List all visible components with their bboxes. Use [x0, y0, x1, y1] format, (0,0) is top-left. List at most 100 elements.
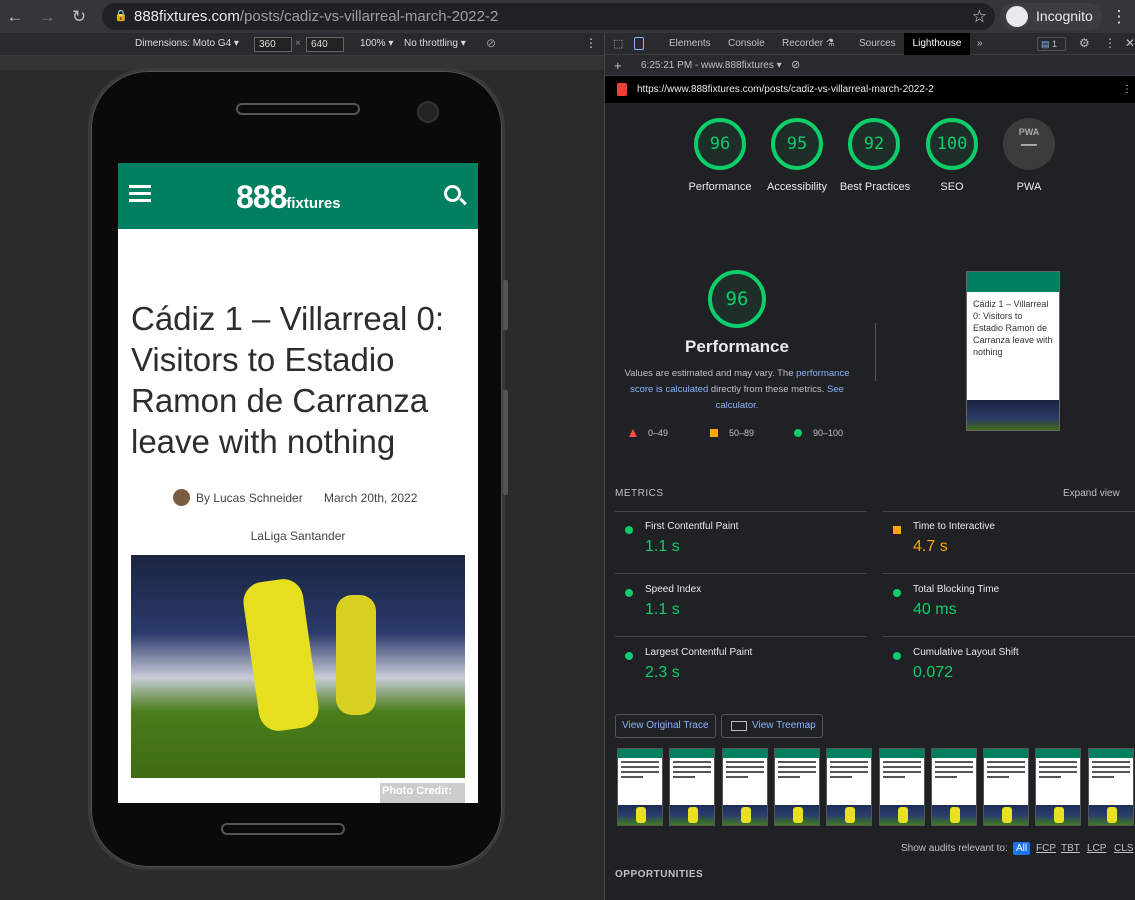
speaker-grille-bottom	[221, 823, 345, 835]
filmstrip-frame	[983, 748, 1030, 826]
more-tabs-icon[interactable]: »	[977, 33, 983, 55]
metric-value: 40 ms	[913, 601, 957, 618]
pass-circle-icon	[893, 652, 901, 660]
filter-fcp[interactable]: FCP	[1036, 843, 1056, 854]
report-select[interactable]: 6:25:21 PM - www.888fixtures ▾	[641, 55, 782, 76]
gauge-performance[interactable]: 96	[694, 118, 746, 170]
metric-fcp: First Contentful Paint 1.1 s	[615, 512, 867, 574]
forward-icon[interactable]: →	[36, 6, 58, 28]
bookmark-star-icon[interactable]: ☆	[972, 3, 987, 30]
gauge-label: Accessibility	[767, 181, 827, 193]
rotate-icon[interactable]: ⊘	[486, 36, 496, 50]
metric-name: Total Blocking Time	[913, 584, 1000, 595]
filmstrip-frame	[773, 748, 820, 826]
metric-lcp: Largest Contentful Paint 2.3 s	[615, 638, 867, 700]
metric-name: Cumulative Layout Shift	[913, 647, 1019, 658]
report-url[interactable]: https://www.888fixtures.com/posts/cadiz-…	[637, 76, 934, 103]
gauge-best-practices[interactable]: 92	[848, 118, 900, 170]
new-report-icon[interactable]: +	[614, 55, 622, 76]
average-square-icon	[710, 429, 718, 437]
author-byline[interactable]: By Lucas Schneider	[196, 491, 303, 505]
report-url-bar: https://www.888fixtures.com/posts/cadiz-…	[605, 76, 1135, 103]
pass-circle-icon	[794, 429, 802, 437]
filmstrip-frame	[930, 748, 977, 826]
filter-lcp[interactable]: LCP	[1087, 843, 1106, 854]
author-avatar	[173, 489, 190, 506]
flask-icon: ⚗	[825, 38, 835, 49]
reload-icon[interactable]: ↻	[68, 6, 90, 28]
lighthouse-toolbar: + 6:25:21 PM - www.888fixtures ▾ ⊘	[605, 55, 1135, 76]
pass-circle-icon	[625, 526, 633, 534]
filmstrip-frame	[878, 748, 925, 826]
desc-text: Values are estimated and may vary. The	[624, 368, 797, 379]
devtools-menu-icon[interactable]: ⋮	[1104, 36, 1116, 50]
power-button	[503, 390, 508, 495]
url-domain: 888fixtures.com	[134, 8, 240, 25]
more-options-icon[interactable]: ⋮	[585, 36, 597, 50]
tab-lighthouse[interactable]: Lighthouse	[904, 33, 970, 55]
metrics-heading: METRICS	[615, 488, 664, 499]
filmstrip-frame	[1035, 748, 1082, 826]
report-select-label: 6:25:21 PM - www.888fixtures	[641, 60, 774, 71]
tab-console[interactable]: Console	[728, 33, 765, 55]
metric-value: 4.7 s	[913, 538, 948, 555]
screenshot-title: Cádiz 1 – Villarreal 0: Visitors to Esta…	[973, 299, 1053, 357]
height-input[interactable]: 640	[306, 37, 344, 52]
width-input[interactable]: 360	[254, 37, 292, 52]
device-toggle-icon[interactable]	[634, 37, 644, 50]
filmstrip-frame	[617, 748, 663, 826]
site-logo[interactable]: 888fixtures	[236, 179, 341, 216]
gauge-seo[interactable]: 100	[926, 118, 978, 170]
filmstrip-frame	[1087, 748, 1134, 826]
settings-gear-icon[interactable]: ⚙	[1079, 36, 1090, 50]
device-toolbar: Dimensions: Moto G4 ▾ 360 × 640 100% ▾ N…	[0, 33, 604, 56]
view-original-trace-button[interactable]: View Original Trace	[615, 714, 716, 738]
filmstrip-frame	[826, 748, 873, 826]
zoom-select[interactable]: 100% ▾	[360, 38, 393, 49]
speaker-grille	[236, 103, 360, 115]
opportunities-heading: OPPORTUNITIES	[615, 869, 704, 880]
close-icon[interactable]: ✕	[1125, 36, 1135, 50]
profile-label: Incognito	[1036, 8, 1093, 24]
search-icon[interactable]	[444, 185, 467, 206]
desc-text: directly from these metrics.	[708, 384, 828, 395]
metric-tti: Time to Interactive 4.7 s	[883, 512, 1135, 574]
filter-tbt[interactable]: TBT	[1061, 843, 1080, 854]
devtools-tabbar: ⬚ Elements Console Recorder ⚗ Sources Li…	[605, 33, 1135, 55]
filmstrip-frame	[669, 748, 716, 826]
devtools-panel: ⬚ Elements Console Recorder ⚗ Sources Li…	[604, 33, 1135, 900]
issues-badge[interactable]: ▤ 1	[1037, 37, 1066, 51]
filter-all[interactable]: All	[1013, 842, 1031, 855]
back-icon[interactable]: ←	[4, 6, 26, 28]
expand-view-toggle[interactable]: Expand view	[1063, 488, 1120, 499]
tab-recorder[interactable]: Recorder ⚗	[782, 33, 835, 55]
metric-name: Time to Interactive	[913, 521, 995, 532]
report-menu-icon[interactable]: ⋮	[1122, 76, 1132, 103]
category-link[interactable]: LaLiga Santander	[118, 529, 478, 543]
device-select[interactable]: Dimensions: Moto G4 ▾	[135, 38, 239, 49]
menu-icon[interactable]: ⋮	[1108, 6, 1130, 28]
device-label: Dimensions: Moto G4	[135, 38, 232, 49]
incognito-badge[interactable]: Incognito	[1000, 3, 1102, 30]
tab-elements[interactable]: Elements	[669, 33, 711, 55]
gauge-accessibility[interactable]: 95	[771, 118, 823, 170]
view-treemap-button[interactable]: View Treemap	[721, 714, 823, 738]
hamburger-menu-icon[interactable]	[129, 185, 151, 202]
inspect-element-icon[interactable]: ⬚	[613, 37, 623, 50]
final-screenshot[interactable]: Cádiz 1 – Villarreal 0: Visitors to Esta…	[966, 271, 1060, 431]
throttling-select[interactable]: No throttling ▾	[404, 38, 466, 49]
tab-sources[interactable]: Sources	[859, 33, 896, 55]
gauge-label: Best Practices	[839, 181, 911, 193]
address-bar[interactable]: 🔒 888fixtures.com/posts/cadiz-vs-villarr…	[102, 3, 995, 30]
gauge-pwa[interactable]: PWA —	[1003, 118, 1055, 170]
filter-cls[interactable]: CLS	[1114, 843, 1133, 854]
lighthouse-icon	[617, 83, 627, 96]
times-sign: ×	[295, 38, 301, 49]
metric-value: 1.1 s	[645, 601, 680, 618]
site-header: 888fixtures	[118, 163, 478, 229]
clear-icon[interactable]: ⊘	[791, 55, 800, 76]
throttling-label: No throttling	[404, 38, 458, 49]
incognito-icon	[1006, 6, 1028, 27]
mobile-page: 888fixtures Cádiz 1 – Villarreal 0: Visi…	[118, 163, 478, 803]
tab-recorder-label: Recorder	[782, 38, 824, 49]
